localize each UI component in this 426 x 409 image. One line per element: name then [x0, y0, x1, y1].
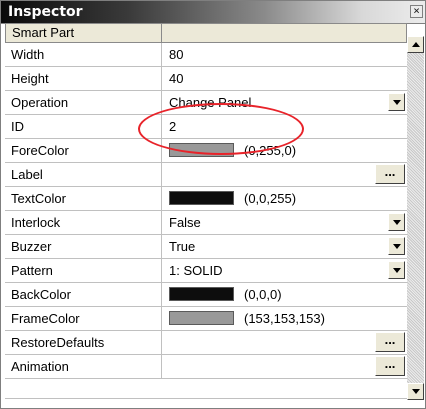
property-value[interactable]: (153,153,153): [163, 307, 407, 330]
property-row-animation[interactable]: Animation...: [5, 355, 407, 379]
property-row-operation[interactable]: Operation Change Panel: [5, 91, 407, 115]
close-icon[interactable]: ×: [410, 5, 423, 18]
color-swatch: [169, 287, 234, 301]
property-row-textcolor[interactable]: TextColor (0,0,255): [5, 187, 407, 211]
property-name: ForeColor: [5, 139, 162, 162]
property-value[interactable]: ...: [163, 163, 407, 186]
property-value[interactable]: 2: [163, 115, 407, 138]
property-name: BackColor: [5, 283, 162, 306]
scroll-up-icon[interactable]: [407, 36, 424, 53]
property-name: FrameColor: [5, 307, 162, 330]
chevron-down-icon[interactable]: [388, 237, 405, 255]
color-swatch: [169, 311, 234, 325]
property-value-text: 1: SOLID: [169, 263, 223, 278]
property-grid-header: Smart Part: [5, 23, 407, 43]
property-name: ID: [5, 115, 162, 138]
property-value[interactable]: Change Panel: [163, 91, 407, 114]
property-value[interactable]: False: [163, 211, 407, 234]
vertical-scrollbar[interactable]: [407, 36, 424, 400]
property-value-text: Change Panel: [169, 95, 252, 110]
property-row-id[interactable]: ID 2: [5, 115, 407, 139]
property-value-text: False: [169, 215, 201, 230]
property-name: Animation: [5, 355, 162, 378]
property-value[interactable]: 1: SOLID: [163, 259, 407, 282]
ellipsis-button[interactable]: ...: [375, 332, 405, 352]
property-name: Buzzer: [5, 235, 162, 258]
property-row-restoredefaults[interactable]: RestoreDefaults...: [5, 331, 407, 355]
title-bar: Inspector ×: [1, 1, 425, 24]
property-name: Interlock: [5, 211, 162, 234]
property-value[interactable]: 40: [163, 67, 407, 90]
color-swatch: [169, 143, 234, 157]
property-row-interlock[interactable]: Interlock False: [5, 211, 407, 235]
property-value[interactable]: ...: [163, 355, 407, 378]
property-name: Operation: [5, 91, 162, 114]
property-value[interactable]: ...: [163, 331, 407, 354]
property-row-buzzer[interactable]: Buzzer True: [5, 235, 407, 259]
property-name: Pattern: [5, 259, 162, 282]
grid-divider: [5, 398, 407, 399]
property-row-forecolor[interactable]: ForeColor (0,255,0): [5, 139, 407, 163]
property-row-backcolor[interactable]: BackColor (0,0,0): [5, 283, 407, 307]
ellipsis-button[interactable]: ...: [375, 164, 405, 184]
chevron-down-icon[interactable]: [388, 213, 405, 231]
property-name: RestoreDefaults: [5, 331, 162, 354]
property-row-framecolor[interactable]: FrameColor (153,153,153): [5, 307, 407, 331]
property-value-text: True: [169, 239, 196, 254]
property-value[interactable]: (0,0,255): [163, 187, 407, 210]
property-row-label[interactable]: Label...: [5, 163, 407, 187]
color-value-text: (0,255,0): [244, 143, 297, 158]
property-row-height[interactable]: Height 40: [5, 67, 407, 91]
chevron-down-icon[interactable]: [388, 261, 405, 279]
property-value[interactable]: (0,0,0): [163, 283, 407, 306]
property-name: Height: [5, 67, 162, 90]
property-value-text: 80: [169, 47, 184, 62]
window-title: Inspector: [8, 4, 83, 20]
color-value-text: (0,0,255): [244, 191, 297, 206]
property-row-pattern[interactable]: Pattern 1: SOLID: [5, 259, 407, 283]
color-value-text: (153,153,153): [244, 311, 325, 326]
property-name: TextColor: [5, 187, 162, 210]
ellipsis-button[interactable]: ...: [375, 356, 405, 376]
property-name: Label: [5, 163, 162, 186]
color-value-text: (0,0,0): [244, 287, 282, 302]
property-name: Width: [5, 43, 162, 66]
color-swatch: [169, 191, 234, 205]
property-value[interactable]: 80: [163, 43, 407, 66]
property-value[interactable]: (0,255,0): [163, 139, 407, 162]
property-value-text: 40: [169, 71, 184, 86]
property-value-text: 2: [169, 119, 177, 134]
chevron-down-icon[interactable]: [388, 93, 405, 111]
property-row-width[interactable]: Width 80: [5, 43, 407, 67]
scroll-down-icon[interactable]: [407, 383, 424, 400]
property-value[interactable]: True: [163, 235, 407, 258]
selected-object-label: Smart Part: [6, 24, 162, 42]
